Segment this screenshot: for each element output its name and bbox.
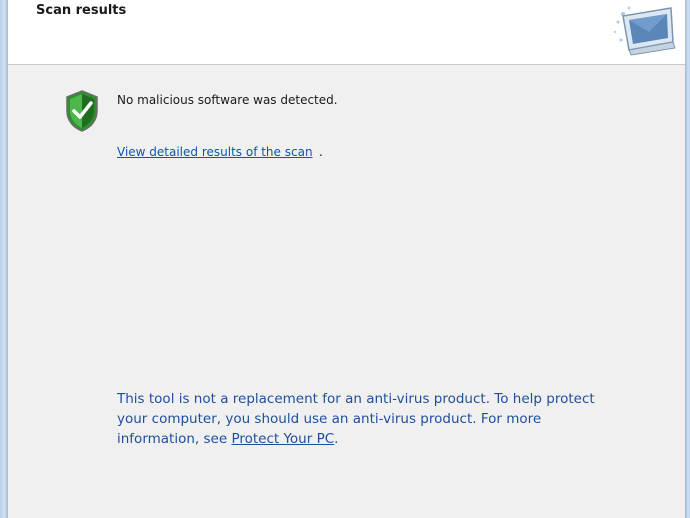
window-left-frame xyxy=(0,0,8,518)
antivirus-disclaimer: This tool is not a replacement for an an… xyxy=(117,389,617,449)
wizard-header: Scan results xyxy=(8,0,685,65)
shield-check-icon xyxy=(66,90,98,132)
disclaimer-suffix: . xyxy=(334,431,339,447)
window-right-frame xyxy=(685,0,690,518)
details-link-suffix: . xyxy=(319,145,323,159)
view-detailed-results-link[interactable]: View detailed results of the scan xyxy=(117,145,313,159)
scan-results-panel: No malicious software was detected. View… xyxy=(8,65,685,518)
page-title: Scan results xyxy=(36,3,127,18)
protect-your-pc-link[interactable]: Protect Your PC xyxy=(231,431,334,447)
disclaimer-text: This tool is not a replacement for an an… xyxy=(117,391,595,447)
scan-status-text: No malicious software was detected. xyxy=(117,93,338,107)
computer-scan-icon xyxy=(613,6,676,56)
